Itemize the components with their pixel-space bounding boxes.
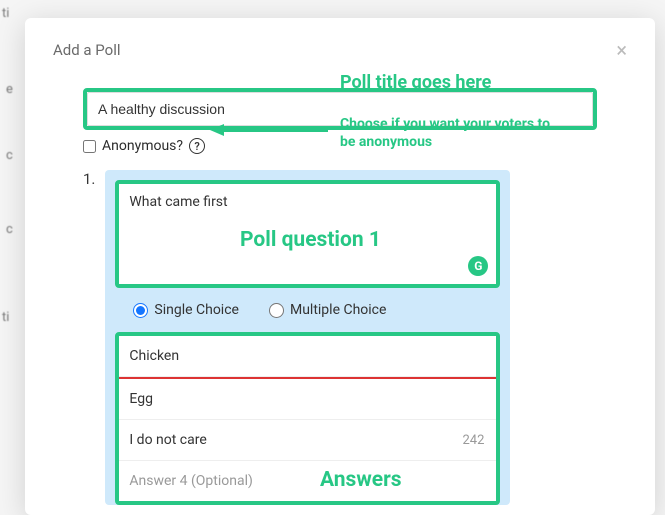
single-choice-label: Single Choice bbox=[154, 302, 239, 318]
char-count: 242 bbox=[462, 433, 496, 448]
multiple-choice-label: Multiple Choice bbox=[290, 302, 386, 318]
close-icon[interactable]: × bbox=[616, 40, 627, 60]
multiple-choice-option[interactable]: Multiple Choice bbox=[269, 302, 386, 318]
help-icon[interactable]: ? bbox=[189, 138, 205, 154]
anonymous-checkbox[interactable] bbox=[83, 140, 96, 153]
answers-highlight: 242 bbox=[115, 332, 500, 505]
anonymous-row: Anonymous? ? bbox=[83, 138, 627, 154]
question-text-input[interactable] bbox=[119, 184, 496, 280]
question-number: 1. bbox=[83, 170, 95, 188]
poll-title-input[interactable] bbox=[87, 92, 593, 126]
bg-text: c bbox=[6, 148, 13, 163]
answer-4-input[interactable] bbox=[119, 461, 496, 501]
question-text-highlight: G bbox=[115, 180, 500, 288]
answer-3-row: 242 bbox=[119, 420, 496, 461]
answer-3-input[interactable] bbox=[119, 420, 462, 460]
single-choice-radio[interactable] bbox=[133, 303, 148, 318]
answer-1-input[interactable] bbox=[119, 336, 496, 377]
bg-text: ti bbox=[2, 6, 9, 21]
single-choice-option[interactable]: Single Choice bbox=[133, 302, 239, 318]
modal-header: Add a Poll × bbox=[53, 40, 627, 60]
modal-title: Add a Poll bbox=[53, 41, 121, 59]
question-area: 1. G Single Choice Multiple Choice bbox=[83, 170, 627, 505]
bg-text: ti bbox=[2, 310, 9, 325]
answer-2-input[interactable] bbox=[119, 379, 496, 420]
anonymous-label: Anonymous? bbox=[102, 138, 183, 154]
bg-text: e bbox=[6, 82, 13, 97]
choice-type-row: Single Choice Multiple Choice bbox=[115, 288, 500, 332]
bg-text: c bbox=[6, 222, 13, 237]
add-poll-modal: Add a Poll × Anonymous? ? 1. G Single Ch… bbox=[25, 18, 655, 515]
multiple-choice-radio[interactable] bbox=[269, 303, 284, 318]
question-card: G Single Choice Multiple Choice 242 bbox=[105, 170, 510, 505]
poll-title-highlight bbox=[83, 88, 597, 130]
